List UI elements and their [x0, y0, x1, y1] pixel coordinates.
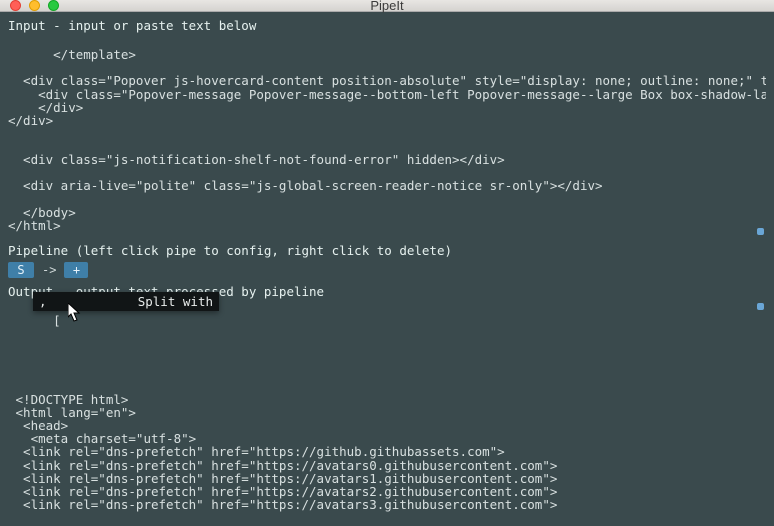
output-scroll-thumb[interactable] — [757, 303, 764, 310]
titlebar: PipeIt — [0, 0, 774, 12]
output-text: [ <!DOCTYPE html> <html lang="en"> <head… — [8, 313, 557, 512]
pipeline-section: Pipeline (left click pipe to config, rig… — [8, 243, 766, 284]
app-window: PipeIt Input - input or paste text below… — [0, 0, 774, 526]
pipe-arrow-icon: -> — [40, 262, 58, 278]
pipeline-label: Pipeline (left click pipe to config, rig… — [8, 243, 766, 258]
input-text: </template> <div class="Popover js-hover… — [8, 47, 766, 233]
pipeline-buttons: S -> + — [8, 262, 766, 278]
split-delimiter-input[interactable]: , — [39, 294, 130, 309]
pipe-add-button[interactable]: + — [64, 262, 88, 278]
input-scroll-thumb[interactable] — [757, 228, 764, 235]
content-area: Input - input or paste text below </temp… — [0, 12, 774, 526]
output-textarea[interactable]: [ <!DOCTYPE html> <html lang="en"> <head… — [8, 301, 766, 526]
split-config-popover: , Split with — [33, 292, 219, 311]
pipe-split-button[interactable]: S — [8, 262, 34, 278]
input-label: Input - input or paste text below — [8, 18, 766, 33]
input-textarea[interactable]: </template> <div class="Popover js-hover… — [8, 35, 766, 237]
window-title: PipeIt — [0, 0, 774, 13]
split-caption: Split with — [138, 294, 213, 309]
